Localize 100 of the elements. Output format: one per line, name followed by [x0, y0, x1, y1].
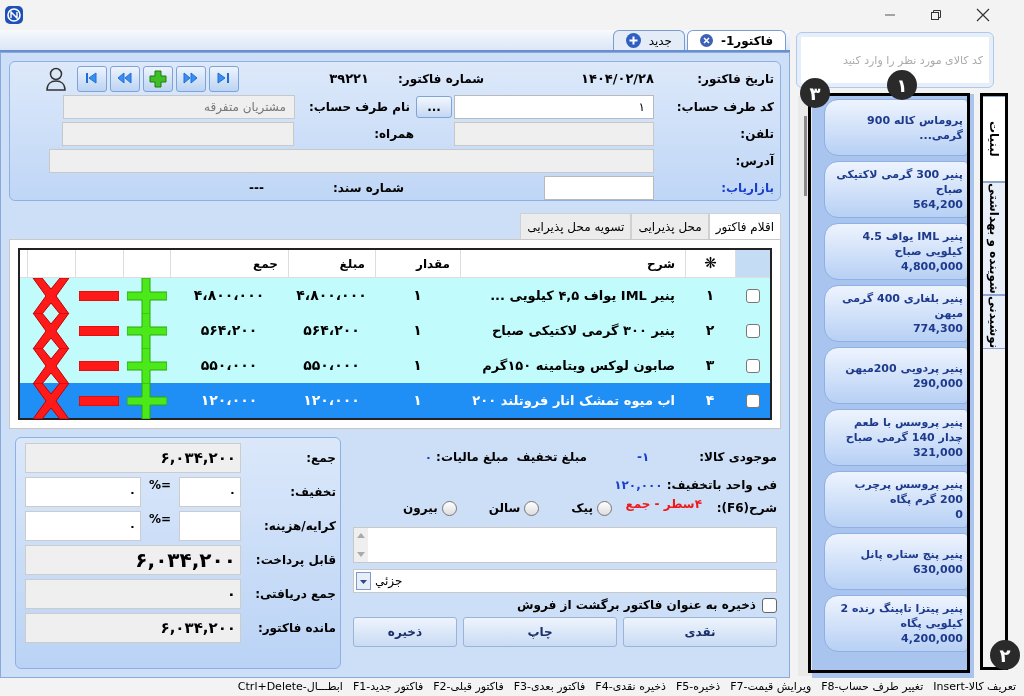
total-field: ۶,۰۳۴,۲۰۰ — [25, 613, 241, 643]
radio-option[interactable]: سالن — [488, 499, 540, 517]
unit-price-value: ۱۲۰,۰۰۰ — [614, 477, 663, 494]
return-checkbox[interactable]: ذخیره به عنوان فاکتور برگشت از فروش — [353, 595, 777, 615]
field-label: قابل پرداخت: — [254, 552, 336, 569]
first-button[interactable] — [77, 66, 107, 92]
section-tab[interactable]: تسویه محل پذیرایی — [520, 213, 632, 239]
table-cell: ۵۵۰،۰۰۰ — [200, 357, 258, 373]
save-button[interactable]: ذخیره — [353, 617, 457, 647]
radio-option[interactable]: بیرون — [403, 499, 457, 517]
table-cell: ۳ — [705, 357, 715, 373]
amount-field[interactable]: ۰ — [25, 511, 141, 541]
delete-icon[interactable] — [31, 277, 71, 314]
delete-icon[interactable] — [31, 347, 71, 384]
field-label: تخفیف: — [289, 484, 336, 501]
print-button[interactable]: چاپ — [463, 617, 617, 647]
table-cell: ۵۶۴،۲۰۰ — [200, 322, 258, 338]
field-label: کرایه/هزینه: — [263, 518, 336, 535]
table-cell: ۲ — [705, 322, 715, 338]
account-name-field[interactable]: مشتریان متفرقه — [63, 95, 295, 119]
radio-option[interactable]: پیک — [571, 499, 612, 517]
document-tab[interactable]: فاکتور1- — [687, 30, 786, 50]
minus-icon[interactable] — [79, 290, 119, 301]
marketer-field[interactable] — [544, 176, 654, 200]
total-field: ۶,۰۳۴,۲۰۰ — [25, 545, 241, 575]
cash-button[interactable]: نقدی — [623, 617, 777, 647]
percent-field[interactable]: ۰ — [179, 477, 241, 507]
field-label: فی واحد باتخفیف: — [666, 477, 777, 494]
table-cell: ۱ — [413, 357, 422, 373]
shortcut-hint: F7-ویرایش قیمت — [730, 678, 812, 695]
product-card[interactable]: پروماس کاله 900 گرمی... — [824, 99, 968, 156]
table-cell: ۴ — [705, 392, 715, 408]
restore-icon[interactable] — [930, 9, 942, 21]
account-code-field[interactable]: ۱ — [454, 95, 654, 119]
column-header[interactable]: مقدار — [375, 250, 460, 277]
table-cell: ۵۶۴،۲۰۰ — [303, 322, 360, 338]
column-header[interactable]: ❋ — [685, 250, 735, 277]
scrollbar-thumb[interactable] — [803, 116, 807, 196]
column-header[interactable]: شرح — [460, 250, 685, 277]
row-checkbox[interactable] — [745, 323, 760, 338]
table-row[interactable]: ۳ صابون لوکس ویتامینه ۱۵۰گرم ۱ ۵۵۰،۰۰۰ ۵۵۰،۰۰۰ — [20, 348, 770, 383]
user-icon[interactable] — [45, 67, 67, 91]
invoice-number: ۳۹۲۲۱ — [328, 70, 369, 89]
category-tab[interactable]: لبنیات — [982, 96, 1006, 182]
close-icon[interactable] — [700, 34, 713, 47]
field-label: شماره سند: — [332, 180, 404, 197]
add-icon[interactable] — [625, 33, 641, 48]
row-checkbox[interactable] — [745, 288, 760, 303]
shortcut-hint: F3-فاکتور بعدی — [513, 678, 586, 695]
column-header[interactable]: جمع — [170, 250, 288, 277]
close-icon[interactable] — [976, 8, 990, 22]
shortcut-hint: F2-فاکتور قبلی — [433, 678, 504, 695]
mobile-field[interactable] — [62, 122, 294, 146]
phone-field[interactable] — [454, 122, 654, 146]
fast-forward-button[interactable] — [176, 66, 206, 92]
add-button[interactable] — [143, 66, 173, 92]
description-field[interactable] — [353, 527, 777, 563]
table-row[interactable]: ۱ پنیر IML یواف ۴,۵ کیلویی ... ۱ ۴،۸۰۰،۰۰۰ ۴،۸۰۰،۰۰۰ — [20, 278, 770, 313]
field-label: مبلغ تخفیف — [516, 449, 587, 466]
app-logo-icon — [4, 5, 24, 25]
address-field[interactable] — [49, 149, 654, 173]
callout-badge: ۲ — [990, 640, 1020, 670]
delete-icon[interactable] — [31, 382, 71, 419]
section-tab[interactable]: اقلام فاکتور — [708, 213, 781, 239]
browse-button[interactable]: ... — [416, 96, 452, 118]
section-tab[interactable]: محل پذیرایی — [631, 213, 709, 239]
shortcut-hint: F1-فاکتور جدید — [352, 678, 424, 695]
add-row-icon[interactable] — [126, 382, 167, 419]
stock-value: -۱ — [637, 449, 651, 466]
field-label: مبلغ مالیات: — [436, 449, 509, 466]
column-header[interactable]: مبلغ — [288, 250, 375, 277]
table-row[interactable]: ۲ پنیر ۳۰۰ گرمی لاکتیکی صباح ۱ ۵۶۴،۲۰۰ ۵۶۴،۲۰۰ — [20, 313, 770, 348]
document-tab[interactable]: جدید — [612, 30, 685, 50]
rows-summary: ۴سطر - جمع — [624, 496, 702, 513]
minus-icon[interactable] — [79, 325, 119, 336]
last-button[interactable] — [209, 66, 239, 92]
amount-field[interactable]: ۰ — [25, 477, 141, 507]
row-checkbox[interactable] — [745, 358, 760, 373]
row-checkbox[interactable] — [745, 393, 760, 408]
category-tab[interactable]: شوینده و بهداشتی — [982, 182, 1006, 295]
shortcut-hint: F8-تغییر طرف حساب — [821, 678, 924, 695]
table-cell: ۱ — [413, 287, 422, 303]
minus-icon[interactable] — [79, 360, 119, 371]
shortcut-hint: Insert-تعریف کالا — [933, 678, 1016, 695]
shortcut-hint: F4-ذخیره نقدی — [595, 678, 666, 695]
table-cell: ۱ — [705, 287, 715, 303]
delete-icon[interactable] — [31, 312, 71, 349]
field-label: شماره فاکتور: — [397, 71, 484, 88]
table-cell: اب میوه تمشک انار فروتلند ۲۰۰ — [472, 392, 675, 408]
table-cell: ۱ — [413, 392, 422, 408]
field-label: تلفن: — [739, 126, 774, 143]
percent-sign: =% — [147, 511, 173, 528]
rewind-button[interactable] — [110, 66, 140, 92]
invoice-date: ۱۴۰۴/۰۲/۲۸ — [580, 70, 654, 89]
percent-field[interactable] — [179, 511, 241, 541]
price-type-dropdown[interactable]: جزئي — [353, 569, 777, 593]
field-label: بازاریاب: — [720, 180, 774, 197]
field-label: نام طرف حساب: — [307, 99, 410, 116]
total-field: ۰ — [25, 579, 241, 609]
field-label: کد طرف حساب: — [675, 99, 774, 116]
